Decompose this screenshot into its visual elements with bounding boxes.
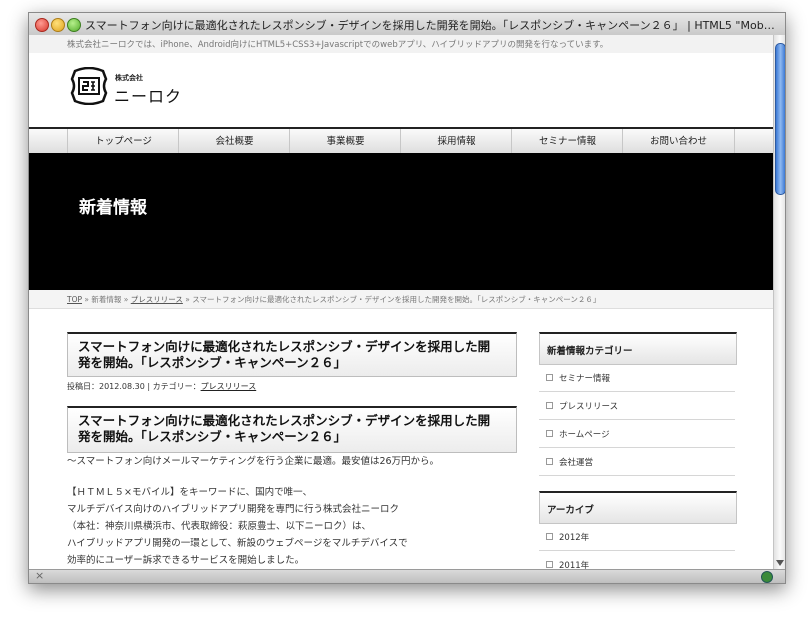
sidebar-item-seminar[interactable]: セミナー情報 — [539, 364, 735, 392]
minimize-window-button[interactable] — [51, 18, 65, 32]
main-nav: トップページ 会社概要 事業概要 採用情報 セミナー情報 お問い合わせ — [29, 127, 773, 156]
page-content: 株式会社ニーロクでは、iPhone、Android向けにHTML5+CSS3+J… — [29, 35, 773, 569]
post-heading-box: スマートフォン向けに最適化されたレスポンシブ・デザインを採用した開 発を開始。「… — [67, 406, 517, 453]
post-category-link[interactable]: プレスリリース — [201, 382, 257, 391]
plus-box-icon — [546, 402, 553, 409]
nav-item-contact[interactable]: お問い合わせ — [622, 129, 735, 155]
browser-window: スマートフォン向けに最適化されたレスポンシブ・デザインを採用した開発を開始。「レ… — [28, 12, 786, 584]
nav-item-recruit[interactable]: 採用情報 — [400, 129, 512, 155]
breadcrumb-category-link[interactable]: プレスリリース — [131, 295, 183, 304]
nav-item-business[interactable]: 事業概要 — [289, 129, 401, 155]
post-title-box: スマートフォン向けに最適化されたレスポンシブ・デザインを採用した開 発を開始。「… — [67, 332, 517, 377]
breadcrumb-top-link[interactable]: TOP — [67, 295, 82, 304]
page-title: 新着情報 — [79, 198, 147, 218]
sidebar-item-press[interactable]: プレスリリース — [539, 392, 735, 420]
post-paragraph-line: マルチデバイス向けのハイブリッドアプリ開発を専門に行う株式会社ニーロク — [67, 504, 400, 515]
post-paragraph-line: 効率的にユーザー訴求できるサービスを開始しました。 — [67, 555, 305, 566]
nav-item-top[interactable]: トップページ — [67, 129, 179, 155]
post-date: 投稿日：2012.08.30 | カテゴリー： — [67, 382, 201, 391]
title-bar: スマートフォン向けに最適化されたレスポンシブ・デザインを採用した開発を開始。「レ… — [29, 13, 785, 36]
plus-box-icon — [546, 458, 553, 465]
close-icon[interactable]: × — [35, 569, 44, 582]
post-paragraph-line: ハイブリッドアプリ開発の一環として、新設のウェブページをマルチデバイスで — [67, 538, 408, 549]
logo-icon[interactable] — [69, 67, 109, 105]
sidebar-categories-title: 新着情報カテゴリー — [547, 346, 633, 357]
plus-box-icon — [546, 533, 553, 540]
sidebar-archive-title: アーカイブ — [547, 505, 594, 516]
breadcrumb-current: スマートフォン向けに最適化されたレスポンシブ・デザインを採用した開発を開始。「レ… — [192, 295, 601, 304]
status-indicator-icon — [761, 571, 773, 583]
post-subtitle: ～スマートフォン向けメールマーケティングを行う企業に最適。最安値は26万円から。 — [67, 456, 440, 467]
vertical-scrollbar[interactable] — [773, 35, 785, 569]
plus-box-icon — [546, 430, 553, 437]
post-heading: スマートフォン向けに最適化されたレスポンシブ・デザインを採用した開 発を開始。「… — [78, 413, 508, 445]
sidebar-item-label: 2012年 — [559, 533, 590, 543]
sidebar-archive-header: アーカイブ — [539, 491, 737, 524]
sidebar-item-label: 2011年 — [559, 561, 590, 569]
sidebar-archive-2011[interactable]: 2011年 — [539, 551, 735, 569]
window-title: スマートフォン向けに最適化されたレスポンシブ・デザインを採用した開発を開始。「レ… — [85, 19, 777, 32]
breadcrumb-separator-2: » — [182, 295, 193, 304]
sidebar-item-label: セミナー情報 — [559, 374, 611, 384]
post-paragraph-line: （本社：神奈川県横浜市、代表取締役：萩原豊士、以下ニーロク）は、 — [67, 521, 372, 532]
post-heading-line-2: 発を開始。「レスポンシブ・キャンペーン２６」 — [78, 429, 347, 444]
scroll-down-arrow-icon[interactable] — [776, 560, 784, 566]
post-heading-line-1: スマートフォン向けに最適化されたレスポンシブ・デザインを採用した開 — [78, 413, 491, 428]
status-bar: × — [29, 569, 785, 583]
post-meta: 投稿日：2012.08.30 | カテゴリー：プレスリリース — [67, 381, 256, 392]
zoom-window-button[interactable] — [67, 18, 81, 32]
breadcrumb-separator: » 新着情報 » — [82, 295, 131, 304]
close-window-button[interactable] — [35, 18, 49, 32]
site-header: 株式会社 ニーロク — [29, 53, 773, 127]
breadcrumb: TOP » 新着情報 » プレスリリース » スマートフォン向けに最適化されたレ… — [29, 290, 773, 309]
post-title-line-2: 発を開始。「レスポンシブ・キャンペーン２６」 — [78, 355, 347, 370]
logo-company-type: 株式会社 — [115, 74, 143, 82]
sidebar-item-label: ホームページ — [559, 430, 610, 440]
sidebar-item-label: 会社運営 — [559, 458, 594, 468]
sidebar-categories-header: 新着情報カテゴリー — [539, 332, 737, 365]
tagline-bar: 株式会社ニーロクでは、iPhone、Android向けにHTML5+CSS3+J… — [29, 35, 773, 53]
site-tagline: 株式会社ニーロクでは、iPhone、Android向けにHTML5+CSS3+J… — [67, 40, 609, 50]
scrollbar-thumb[interactable] — [775, 43, 785, 195]
nav-item-company[interactable]: 会社概要 — [178, 129, 290, 155]
post-title-line-1: スマートフォン向けに最適化されたレスポンシブ・デザインを採用した開 — [78, 339, 491, 354]
sidebar-item-management[interactable]: 会社運営 — [539, 448, 735, 476]
logo-company-name[interactable]: ニーロク — [114, 83, 182, 107]
hero-banner: 新着情報 — [29, 153, 773, 290]
plus-box-icon — [546, 561, 553, 568]
post-paragraph-line: 【ＨＴＭＬ５×モバイル】をキーワードに、国内で唯一、 — [67, 487, 313, 498]
nav-item-seminar[interactable]: セミナー情報 — [511, 129, 623, 155]
plus-box-icon — [546, 374, 553, 381]
sidebar-item-label: プレスリリース — [559, 402, 619, 412]
sidebar-archive-2012[interactable]: 2012年 — [539, 523, 735, 551]
sidebar-item-homepage[interactable]: ホームページ — [539, 420, 735, 448]
post-title: スマートフォン向けに最適化されたレスポンシブ・デザインを採用した開 発を開始。「… — [78, 339, 508, 371]
